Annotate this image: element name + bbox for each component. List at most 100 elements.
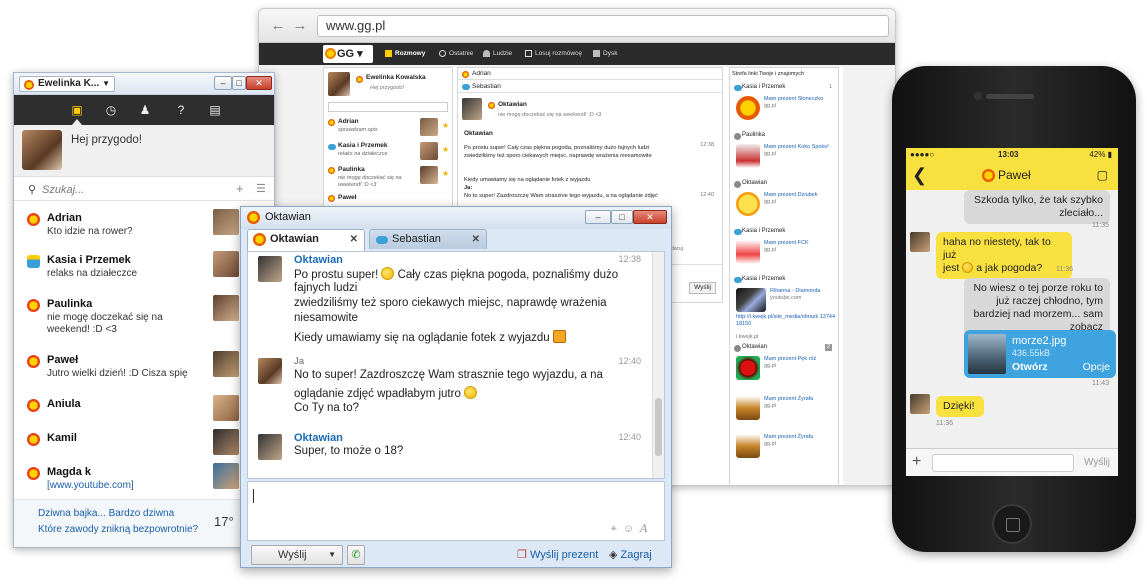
main-toolbar: ▣ ◷ ♟ ? ▤ [14,95,274,125]
gamepad-icon: ◈ [609,549,618,561]
tab-rozmowy[interactable]: Rozmowy [385,43,425,65]
file-attachment[interactable]: morze2.jpg 436.55kB Otwórz Opcje [964,330,1116,378]
web-send-button[interactable]: Wyślij [689,282,716,294]
file-options-button[interactable]: Opcje [1083,361,1110,373]
phone-message-in: Dzięki! [936,396,984,417]
smiley-emoticon-icon [463,386,477,399]
speaker-grille [986,94,1034,99]
conversations-icon[interactable]: ▣ [70,103,84,117]
folder-icon[interactable]: ▤ [208,103,222,117]
contact-avatar [420,166,438,184]
contact-magda[interactable]: Magda k [www.youtube.com] [14,463,274,496]
video-thumbnail [736,288,766,312]
gg-logo[interactable]: GG ▾ [323,45,373,63]
call-button[interactable]: ✆ [347,545,365,565]
account-selector[interactable]: Ewelinka K... ▼ [19,76,115,92]
close-button[interactable]: ✕ [246,76,272,90]
attach-icon[interactable]: ⌖ [611,523,623,535]
star-icon[interactable]: ★ [442,121,449,130]
profile-status[interactable]: Hej przygodo! [71,134,142,146]
chat-message: Oktawian 12:40 Super, to może o 18? [258,432,653,466]
gift-giraffe-image [736,434,760,458]
conversation-scrollbar[interactable] [652,252,664,478]
phone-icon: ✆ [351,549,361,561]
status-sun-icon [328,195,335,202]
close-button[interactable]: ✕ [633,210,667,224]
contact-kamil[interactable]: Kamil [14,429,274,462]
news-link[interactable]: Które zawody znikną bezpowrotnie? [38,524,198,535]
back-arrow-icon[interactable]: ← [269,17,287,35]
add-attachment-icon[interactable]: + [912,453,921,471]
close-tab-icon[interactable]: ✕ [350,230,358,249]
send-button[interactable]: Wyślij ▼ [251,545,343,565]
status-cloud-icon [734,229,742,235]
web-contact-adrian[interactable]: Adrian sprawdzam opis ★ [328,116,452,140]
profile-avatar[interactable] [22,130,62,170]
tab-dysk[interactable]: Dysk [593,43,617,65]
emoticon-icon[interactable]: ☺ [623,523,640,535]
web-chat-tab-adrian[interactable]: Adrian [458,68,722,80]
phone-message-out: No wiesz o tej porze roku to już raczej … [964,278,1110,338]
tab-sebastian[interactable]: Sebastian ✕ [369,229,487,249]
phone-send-button[interactable]: Wyślij [1084,457,1110,468]
signal-icon: ●●●●○ [910,150,935,159]
web-search-input[interactable] [328,102,448,112]
status-sun-icon [328,119,335,126]
close-tab-icon[interactable]: ✕ [472,230,480,249]
web-chat-tab-sebastian[interactable]: Sebastian [458,81,722,93]
play-button[interactable]: ◈ Zagraj [609,548,652,561]
scrollbar-thumb[interactable] [655,398,662,456]
window-titlebar: Ewelinka K... ▼ – □ ✕ [14,73,274,95]
gift-fck-image [736,240,760,264]
open-file-button[interactable]: Otwórz [1012,361,1048,373]
star-icon[interactable]: ★ [442,145,449,154]
contact-aniula[interactable]: Aniula [14,395,274,428]
tab-ludzie[interactable]: Ludzie [483,43,512,65]
chat-options-icon[interactable]: ▢ [1097,168,1108,182]
forward-arrow-icon[interactable]: → [291,17,309,35]
tab-losuj[interactable]: Losuj rozmówcę [525,43,582,65]
status-sun-icon [247,211,260,224]
maximize-button[interactable]: □ [232,76,246,90]
web-feed-panel: Strefa linki Twoje i znajomych Kasia i P… [729,67,839,485]
contact-paulinka[interactable]: Paulinka nie mogę doczekać się na weeken… [14,295,274,339]
random-chat-icon[interactable]: ? [174,103,188,117]
contact-adrian[interactable]: Adrian Kto idzie na rower? [14,209,274,242]
status-sun-icon [27,433,40,446]
search-input[interactable] [42,182,212,198]
phone-message-input[interactable] [932,454,1074,472]
maximize-button[interactable]: □ [611,210,633,224]
people-icon[interactable]: ♟ [138,103,152,117]
clock-icon[interactable]: ◷ [104,103,118,117]
status-cloud-icon [376,236,388,244]
address-bar[interactable]: www.gg.pl [317,15,889,37]
minimize-button[interactable]: – [214,76,232,90]
format-icon[interactable]: A [640,522,654,535]
tab-ostatnie[interactable]: Ostatnie [439,43,473,65]
back-chevron-icon[interactable]: ❮ [912,165,927,186]
menu-icon[interactable]: ☰ [256,182,266,195]
phone-contact-name: Paweł [998,168,1031,182]
web-contact-paulinka[interactable]: Paulinka nie mogę doczekać się na weeken… [328,164,452,192]
home-button[interactable] [992,504,1032,544]
minimize-button[interactable]: – [585,210,611,224]
contact-pawel[interactable]: Paweł Jutro wielki dzień! :D Cisza spię [14,351,274,384]
news-link[interactable]: Dziwna bajka... Bardzo dziwna [38,508,174,519]
tab-oktawian[interactable]: Oktawian ✕ [247,229,365,251]
web-contact-kasia[interactable]: Kasia i Przemek relaks na działeczce ★ [328,140,452,164]
status-cloud-icon [734,277,742,283]
star-icon[interactable]: ★ [442,169,449,178]
gift-roses-image [736,356,760,380]
contact-avatar [910,232,930,252]
browser-toolbar: ← → www.gg.pl [259,9,895,43]
status-sun-icon [27,299,40,312]
chat-message: Oktawian 12:38 Po prostu super! Cały cza… [258,254,653,348]
people-icon [483,50,490,57]
status-cloud-icon [734,85,742,91]
status-sun-icon [328,167,335,174]
send-gift-button[interactable]: ❐ Wyślij prezent [517,548,598,561]
add-contact-icon[interactable]: + [236,181,244,196]
contact-kasia-przemek[interactable]: Kasia i Przemek relaks na działeczce [14,251,274,284]
contact-avatar [213,351,239,377]
message-input[interactable]: ⌖☺A [247,481,665,541]
